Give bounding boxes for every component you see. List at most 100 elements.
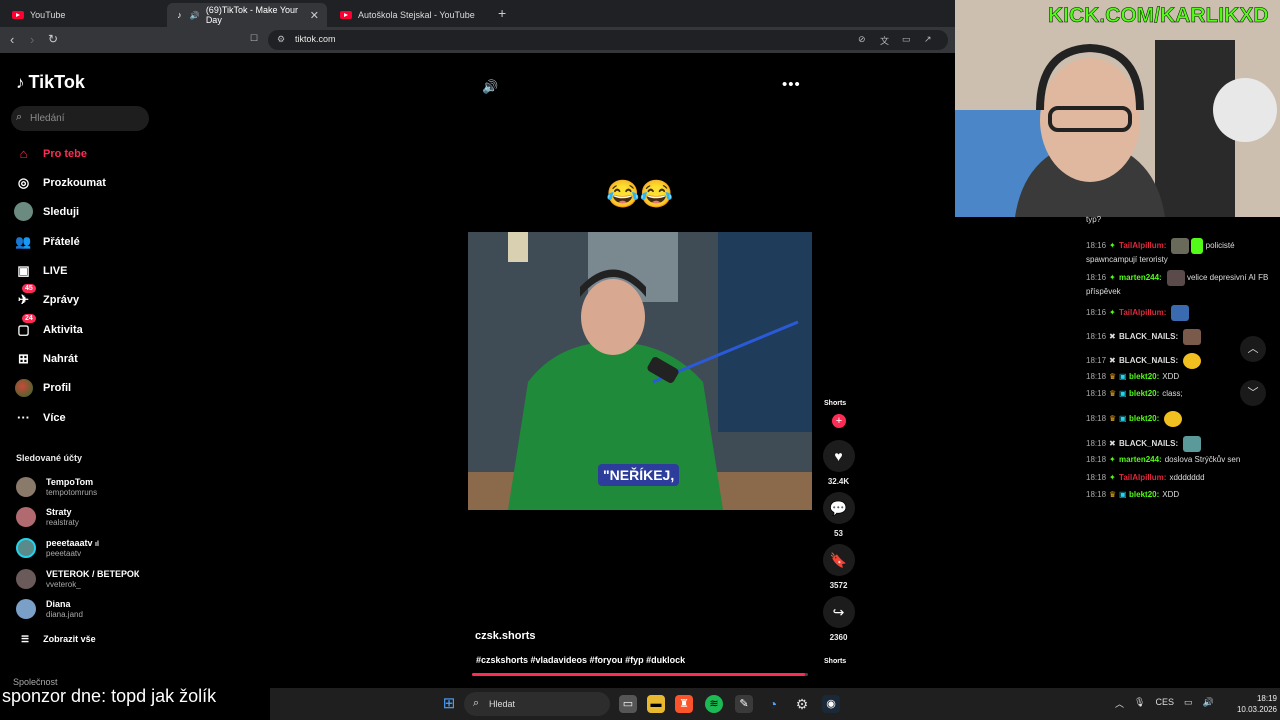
show-all-button[interactable]: ☰ Zobrazit vše: [21, 634, 96, 645]
tab-autoskola[interactable]: Autoškola Stejskal - YouTube: [332, 3, 492, 27]
chat-user[interactable]: blekt20:: [1129, 414, 1159, 423]
tab-tiktok[interactable]: ♪ 🔊 (69)TikTok - Make Your Day ✕: [167, 3, 327, 27]
nav-sleduji[interactable]: Sleduji: [14, 202, 79, 221]
crown-icon: ♛: [1109, 389, 1117, 398]
chat-user[interactable]: TailAlpillum:: [1119, 473, 1166, 482]
language-indicator[interactable]: CES: [1155, 697, 1174, 710]
chat-time: 18:18: [1086, 389, 1107, 398]
save-action[interactable]: 🔖 3572: [822, 544, 855, 590]
site-info-icon[interactable]: ⚙: [277, 34, 285, 45]
file-explorer-icon[interactable]: ▬: [647, 695, 665, 713]
ccleaner-icon[interactable]: ◔: [764, 695, 782, 713]
previous-video-button[interactable]: ︿: [1240, 336, 1266, 362]
chat-user[interactable]: blekt20:: [1129, 372, 1159, 381]
volume-icon[interactable]: 🔊: [482, 79, 498, 95]
back-button[interactable]: ‹: [10, 32, 14, 47]
tiktok-logo[interactable]: ♪ TikTok: [16, 72, 85, 93]
comment-icon[interactable]: 💬: [822, 492, 855, 524]
brave-browser-icon[interactable]: ♜: [675, 695, 693, 713]
nav-prozkoumat[interactable]: ◎ Prozkoumat: [14, 173, 106, 192]
bookmark-icon[interactable]: ☐: [250, 33, 258, 44]
like-action[interactable]: ♥ 32.4K: [822, 440, 855, 486]
video-progress-bar[interactable]: [472, 673, 808, 676]
chat-time: 18:18: [1086, 439, 1107, 449]
chat-user[interactable]: BLACK_NAILS:: [1119, 356, 1178, 365]
badge-icon: ✦: [1109, 455, 1116, 464]
share-action[interactable]: ↪ 2360: [822, 596, 855, 642]
app-icon[interactable]: ✎: [735, 695, 753, 713]
emote-icon: [1183, 353, 1202, 369]
youtube-icon: [340, 11, 352, 19]
share-icon[interactable]: ↪: [822, 596, 855, 628]
emote-icon: [1171, 238, 1190, 254]
share-page-icon[interactable]: ↗: [924, 34, 932, 45]
volume-tray-icon[interactable]: 🔊: [1202, 697, 1213, 710]
nav-vice[interactable]: ··· Více: [14, 408, 66, 427]
settings-icon[interactable]: ⚙: [793, 695, 811, 713]
taskbar-clock[interactable]: 18:19 10.03.2026: [1225, 693, 1277, 715]
video-hashtags[interactable]: #czskshorts #vladavideos #foryou #fyp #d…: [476, 655, 685, 665]
avatar: [16, 569, 36, 589]
network-icon[interactable]: ▭: [1184, 697, 1193, 710]
bookmark-icon[interactable]: 🔖: [822, 544, 855, 576]
clock-date: 10.03.2026: [1236, 705, 1277, 714]
search-input[interactable]: ⌕ Hledání: [11, 106, 149, 131]
tab-label: Autoškola Stejskal - YouTube: [358, 10, 475, 20]
chat-message: 18:16 ✦ TailAlpillum:: [1086, 305, 1278, 321]
nav-nahrat[interactable]: ⊞ Nahrát: [14, 349, 78, 368]
avatar: [16, 599, 36, 619]
windows-start-icon[interactable]: ⊞: [440, 695, 458, 713]
close-tab-icon[interactable]: ✕: [310, 9, 319, 22]
crown-icon: ♛: [1109, 490, 1117, 499]
task-view-icon[interactable]: ▭: [619, 695, 637, 713]
chat-message: 18:18 ♛ ▣ blekt20: XDD: [1086, 489, 1278, 500]
chat-user[interactable]: TailAlpillum:: [1119, 308, 1166, 317]
chat-panel: typ? 18:16 ✦ TailAlpillum: policisté spawn…: [1082, 215, 1280, 687]
tab-label: YouTube: [30, 10, 66, 20]
chat-user[interactable]: blekt20:: [1129, 389, 1159, 398]
tray-expand-icon[interactable]: ︿: [1115, 697, 1124, 710]
crown-icon: ♛: [1109, 414, 1117, 424]
chat-user[interactable]: blekt20:: [1129, 490, 1159, 499]
nav-profil[interactable]: Profil: [14, 378, 71, 397]
nav-pratele[interactable]: 👥 Přátelé: [14, 232, 79, 251]
followed-account-item[interactable]: TempoTom tempotomruns: [16, 477, 97, 497]
heart-icon[interactable]: ♥: [822, 440, 855, 472]
spotify-icon[interactable]: ≋: [705, 695, 723, 713]
nav-zpravy[interactable]: ✈ 45 Zprávy: [14, 284, 79, 309]
chat-user[interactable]: marten244:: [1119, 455, 1162, 464]
address-bar[interactable]: ⚙ tiktok.com ⊘ 文 ▭ ↗: [268, 30, 948, 50]
chat-user[interactable]: marten244:: [1119, 273, 1162, 282]
no-image-icon[interactable]: ⊘: [858, 34, 866, 45]
video-player[interactable]: "NEŘÍKEJ,: [468, 232, 812, 510]
sub-badge-icon: ▣: [1119, 414, 1127, 424]
tiktok-note-icon: ♪: [16, 72, 25, 92]
nav-live[interactable]: ▣ LIVE: [14, 261, 67, 280]
chat-user[interactable]: BLACK_NAILS:: [1119, 439, 1178, 448]
next-video-button[interactable]: ﹀: [1240, 380, 1266, 406]
comment-action[interactable]: 💬 53: [822, 492, 855, 538]
account-handle: vveterok_: [46, 580, 81, 589]
steam-icon[interactable]: ◉: [822, 695, 840, 713]
followed-account-item[interactable]: VETEROK / ВЕТЕРОК vveterok_: [16, 569, 139, 589]
cast-icon[interactable]: ▭: [902, 34, 911, 45]
follow-button[interactable]: +: [832, 414, 846, 428]
reload-button[interactable]: ↻: [48, 32, 58, 46]
chat-text: xddddddd: [1169, 473, 1205, 482]
translate-icon[interactable]: 文: [880, 34, 889, 47]
nav-pro-tebe[interactable]: ⌂ Pro tebe: [14, 144, 87, 163]
chat-user[interactable]: TailAlpillum:: [1119, 241, 1166, 250]
followed-account-item[interactable]: Diana diana.jand: [16, 599, 83, 619]
followed-account-item[interactable]: Straty realstraty: [16, 507, 79, 527]
more-options-icon[interactable]: •••: [782, 76, 801, 93]
forward-button[interactable]: ›: [30, 32, 34, 47]
microphone-icon[interactable]: 🎙: [1134, 697, 1145, 710]
chat-user[interactable]: BLACK_NAILS:: [1119, 332, 1178, 341]
tab-youtube[interactable]: YouTube: [4, 3, 164, 27]
crown-icon: ♛: [1109, 372, 1117, 381]
video-author[interactable]: czsk.shorts: [475, 630, 536, 642]
taskbar-search[interactable]: ⌕ Hledat: [464, 692, 610, 716]
nav-aktivita[interactable]: ▢ 24 Aktivita: [14, 314, 83, 339]
followed-account-item[interactable]: peeetaaatv ıl peeetaatv: [16, 538, 99, 558]
new-tab-button[interactable]: +: [498, 5, 506, 21]
